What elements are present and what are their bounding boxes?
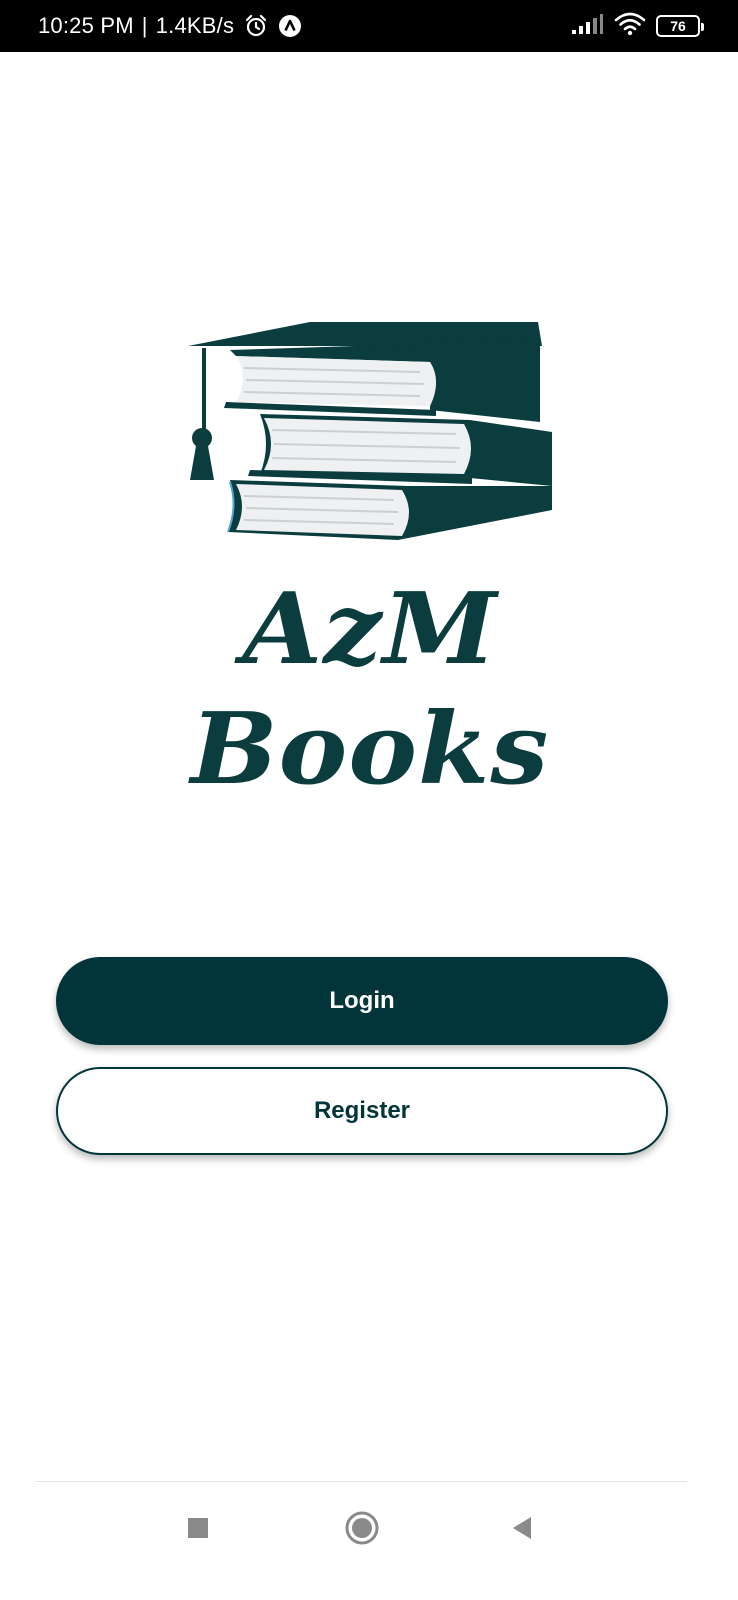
notification-a-icon — [278, 14, 302, 38]
battery-level: 76 — [670, 18, 686, 34]
recents-square-icon[interactable] — [178, 1508, 218, 1548]
wifi-icon — [614, 12, 646, 41]
status-right: 76 — [570, 12, 704, 41]
battery-icon: 76 — [656, 15, 704, 37]
home-circle-icon[interactable] — [342, 1508, 382, 1548]
status-bar: 10:25 PM | 1.4KB/s 76 — [0, 0, 738, 52]
status-left: 10:25 PM | 1.4KB/s — [38, 13, 302, 39]
app-screen: 10:25 PM | 1.4KB/s 76 AzM Books Login Re… — [0, 0, 738, 1600]
books-graduation-cap-icon — [180, 310, 560, 550]
brand-logo-text: AzM Books — [190, 572, 550, 807]
register-button[interactable]: Register — [56, 1067, 668, 1155]
status-time: 10:25 PM — [38, 13, 134, 38]
alarm-icon — [244, 14, 268, 38]
system-navigation-bar — [0, 1482, 738, 1600]
back-triangle-icon[interactable] — [502, 1508, 542, 1548]
signal-icon — [570, 13, 604, 40]
login-button-label: Login — [329, 987, 395, 1014]
register-button-label: Register — [313, 1097, 411, 1124]
status-network-speed: 1.4KB/s — [155, 13, 235, 38]
login-button[interactable]: Login — [56, 957, 668, 1045]
status-separator: | — [141, 13, 148, 38]
